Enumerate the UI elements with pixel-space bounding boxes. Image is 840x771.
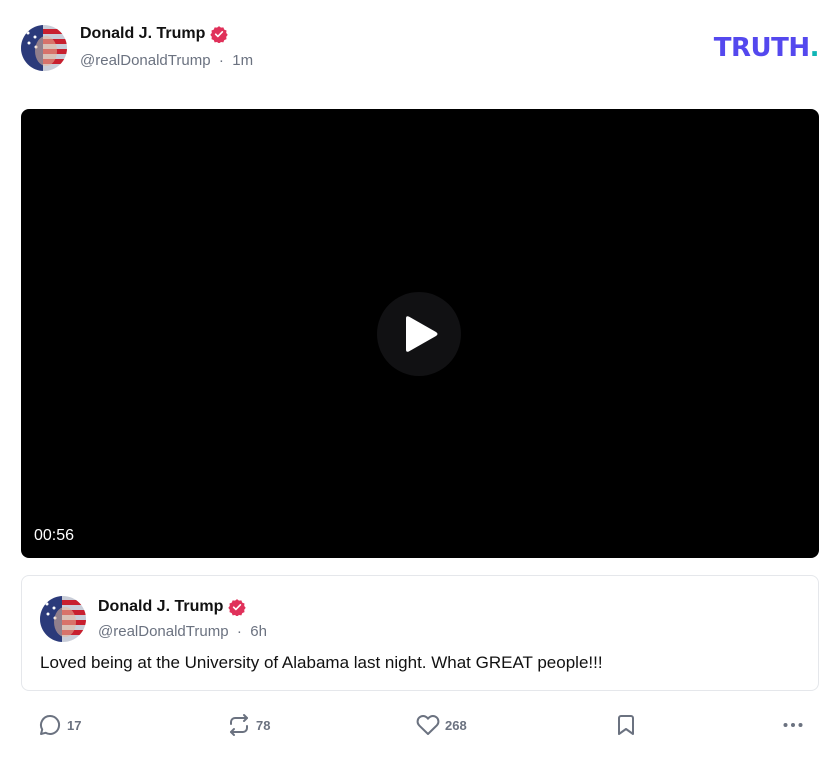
quoted-author-handle[interactable]: @realDonaldTrump [98, 623, 229, 640]
quoted-post-time[interactable]: 6h [250, 623, 267, 640]
reply-button[interactable]: 17 [38, 713, 81, 737]
verified-badge-icon [210, 25, 229, 43]
quoted-author-meta: @realDonaldTrump · 6h [98, 623, 267, 640]
quoted-author-name-row: Donald J. Trump [98, 598, 247, 616]
logo-dot: . [809, 33, 820, 63]
verified-badge-icon [228, 598, 247, 616]
author-name[interactable]: Donald J. Trump [80, 25, 205, 43]
post-actions: 17 78 268 [0, 710, 840, 744]
avatar[interactable] [21, 25, 67, 71]
meta-separator: · [232, 623, 247, 640]
retruth-icon [230, 714, 248, 736]
logo-text: TRUTH [713, 33, 810, 63]
author-meta: @realDonaldTrump · 1m [80, 52, 253, 69]
author-handle[interactable]: @realDonaldTrump [80, 52, 211, 69]
author-name-row: Donald J. Trump [80, 25, 229, 43]
video-player[interactable]: 00:56 [21, 109, 819, 558]
post-time[interactable]: 1m [232, 52, 253, 69]
quoted-post[interactable]: Donald J. Trump @realDonaldTrump · 6h Lo… [21, 575, 819, 691]
bookmark-icon [618, 715, 634, 735]
more-options-button[interactable] [781, 713, 805, 737]
retruth-count: 78 [256, 717, 271, 733]
video-duration: 00:56 [34, 527, 75, 544]
like-button[interactable]: 268 [416, 713, 467, 737]
meta-separator: · [214, 52, 229, 69]
truth-social-logo[interactable]: TRUTH. [713, 33, 820, 63]
reply-count: 17 [67, 717, 82, 733]
reply-icon [40, 714, 61, 735]
play-button[interactable] [377, 292, 461, 376]
post-header: Donald J. Trump @realDonaldTrump · 1m TR… [21, 24, 820, 74]
like-count: 268 [445, 717, 467, 733]
retruth-button[interactable]: 78 [227, 713, 270, 737]
more-icon [783, 723, 803, 727]
quoted-post-text: Loved being at the University of Alabama… [40, 653, 603, 672]
bookmark-button[interactable] [614, 713, 638, 737]
quoted-avatar[interactable] [40, 596, 86, 642]
quoted-author-name[interactable]: Donald J. Trump [98, 598, 223, 616]
play-icon [406, 316, 438, 352]
heart-icon [416, 715, 440, 735]
